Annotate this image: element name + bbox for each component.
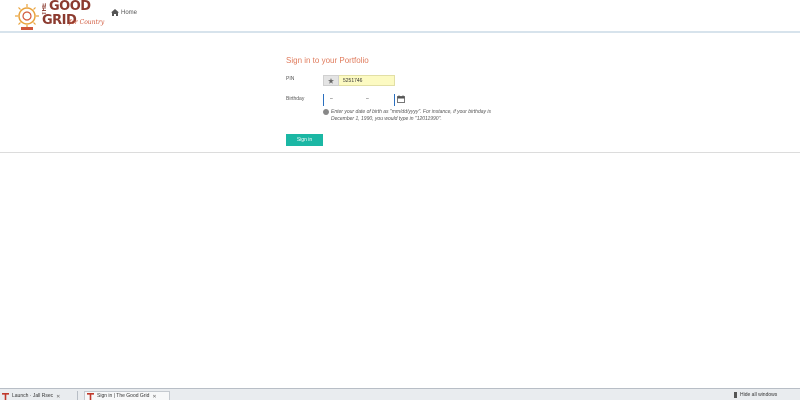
app-t-icon: [87, 392, 94, 400]
calendar-icon[interactable]: [397, 95, 405, 103]
site-logo[interactable]: THE GOOD GRID for Country: [12, 0, 112, 33]
birthday-day-segment[interactable]: –: [366, 96, 369, 102]
home-link-label: Home: [121, 9, 138, 16]
logo-good-text: GOOD: [49, 0, 91, 14]
birthday-field[interactable]: – –: [323, 94, 395, 106]
taskbar-item-label: Sign in | The Good Grid: [97, 393, 150, 399]
app-t-icon: [2, 392, 9, 400]
taskbar-item-launch[interactable]: Launch · Jall Rsec ✕: [0, 391, 78, 400]
pin-input-group: 5251746: [323, 75, 395, 86]
home-icon: [111, 9, 119, 16]
taskbar-item-signin[interactable]: Sign in | The Good Grid ✕: [84, 391, 170, 400]
page-title: Sign in to your Portfolio: [286, 56, 369, 65]
tray-area[interactable]: Hide all windows: [734, 392, 777, 398]
info-icon: [323, 109, 329, 115]
birthday-help-text: Enter your date of birth as "mm/dd/yyyy"…: [331, 109, 492, 122]
logo-sun-icon: [15, 4, 39, 30]
sign-in-button[interactable]: Sign in: [286, 134, 323, 146]
logo-tagline: for Country: [69, 19, 105, 26]
home-link[interactable]: Home: [111, 9, 137, 16]
tray-icon: [734, 392, 737, 398]
pin-label: PIN: [286, 76, 295, 82]
star-icon: [328, 77, 334, 84]
pin-field[interactable]: 5251746: [339, 75, 395, 86]
birthday-label: Birthday: [286, 96, 305, 102]
tray-label: Hide all windows: [740, 392, 778, 398]
signin-panel: Sign in to your Portfolio PIN 5251746 Bi…: [0, 35, 800, 153]
close-icon[interactable]: ✕: [56, 394, 61, 400]
site-header: THE GOOD GRID for Country Home: [0, 0, 800, 33]
taskbar-item-label: Launch · Jall Rsec: [12, 393, 54, 399]
pin-addon: [323, 75, 339, 86]
close-icon[interactable]: ✕: [152, 394, 157, 400]
taskbar: Launch · Jall Rsec ✕ Sign in | The Good …: [0, 388, 800, 400]
birthday-month-segment[interactable]: –: [330, 96, 333, 102]
